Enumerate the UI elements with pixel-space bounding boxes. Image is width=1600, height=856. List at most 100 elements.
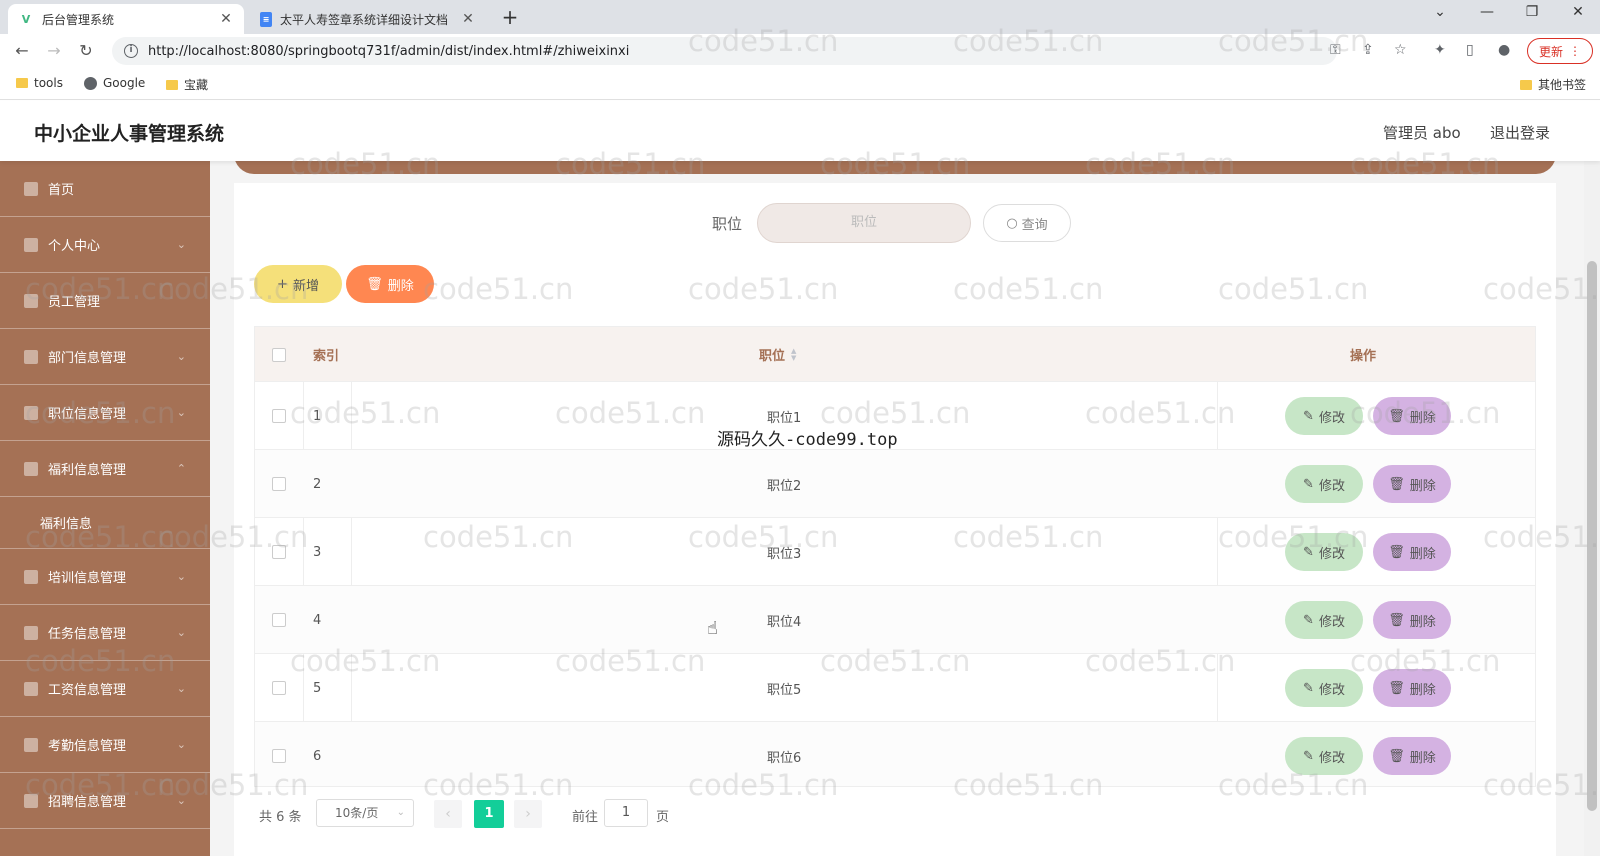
briefcase-icon bbox=[24, 405, 38, 420]
row-delete-button[interactable]: 🗑 删除 bbox=[1373, 465, 1451, 503]
row-index: 4 bbox=[313, 612, 322, 628]
sidebar-item-tasks[interactable]: 任务信息管理 ⌄ bbox=[0, 605, 210, 661]
row-checkbox[interactable] bbox=[272, 681, 286, 695]
globe-icon bbox=[84, 76, 97, 90]
update-button[interactable]: 更新 ⋮ bbox=[1527, 38, 1593, 64]
key-icon[interactable]: ⚿ bbox=[1330, 42, 1341, 58]
add-button[interactable]: + 新增 bbox=[254, 265, 342, 303]
row-delete-label: 删除 bbox=[1409, 546, 1436, 562]
sidebar-item-label: 任务信息管理 bbox=[48, 627, 127, 642]
chevron-up-icon: ⌃ bbox=[176, 462, 186, 475]
header-ops: 操作 bbox=[1350, 349, 1377, 364]
header-position[interactable]: 职位 ▲ ▼ bbox=[759, 327, 796, 382]
sidebar-subitem-benefit-info[interactable]: 福利信息 bbox=[0, 497, 210, 549]
sidebar-item-profile[interactable]: 个人中心 ⌄ bbox=[0, 217, 210, 273]
row-checkbox[interactable] bbox=[272, 613, 286, 627]
trash-icon: 🗑 bbox=[1388, 748, 1405, 764]
row-delete-label: 删除 bbox=[1409, 478, 1436, 494]
browser-tab-inactive[interactable]: ≡ 太平人寿签章系统详细设计文档 ✕ bbox=[250, 4, 486, 34]
edit-button[interactable]: ✎ 修改 bbox=[1285, 737, 1363, 775]
extensions-icon[interactable]: ✦ bbox=[1434, 42, 1446, 58]
row-checkbox[interactable] bbox=[272, 477, 286, 491]
row-position: 职位4 bbox=[767, 614, 802, 630]
edit-label: 修改 bbox=[1318, 750, 1345, 766]
bookmark-tools[interactable]: tools bbox=[16, 76, 63, 90]
page-size-select[interactable]: 10条/页 ⌄ bbox=[316, 799, 414, 827]
chevron-down-icon[interactable]: ⌄ bbox=[1425, 4, 1455, 20]
window-close-icon[interactable]: ✕ bbox=[1563, 4, 1593, 20]
edit-button[interactable]: ✎ 修改 bbox=[1285, 533, 1363, 571]
delete-button-label: 删除 bbox=[387, 278, 414, 294]
next-page-button[interactable]: › bbox=[514, 800, 542, 828]
add-button-label: 新增 bbox=[292, 278, 319, 294]
edit-label: 修改 bbox=[1318, 614, 1345, 630]
new-tab-icon[interactable]: + bbox=[498, 5, 522, 29]
share-icon[interactable]: ⇪ bbox=[1362, 42, 1374, 58]
batch-delete-button[interactable]: 🗑 删除 bbox=[346, 265, 434, 303]
minimize-icon[interactable]: — bbox=[1472, 4, 1502, 20]
bookmark-google[interactable]: Google bbox=[84, 76, 145, 90]
search-label: 职位 bbox=[712, 215, 743, 233]
search-button[interactable]: ○ 查询 bbox=[983, 204, 1071, 242]
bookmarks-bar: tools Google 宝藏 其他书签 bbox=[0, 68, 1600, 100]
row-delete-button[interactable]: 🗑 删除 bbox=[1373, 533, 1451, 571]
sidebar-item-employees[interactable]: 员工管理 bbox=[0, 273, 210, 329]
table-row: 2 职位2 ✎ 修改 🗑 删除 bbox=[255, 450, 1535, 518]
sidebar-item-home[interactable]: 首页 bbox=[0, 161, 210, 217]
prev-page-button[interactable]: ‹ bbox=[434, 800, 462, 828]
restore-icon[interactable]: ❐ bbox=[1517, 4, 1547, 20]
bookmark-other[interactable]: 其他书签 bbox=[1520, 76, 1586, 93]
sidebar-item-label: 福利信息 bbox=[40, 517, 93, 532]
position-search-input[interactable]: 职位 bbox=[757, 203, 971, 243]
row-delete-button[interactable]: 🗑 删除 bbox=[1373, 601, 1451, 639]
bookmark-treasure[interactable]: 宝藏 bbox=[166, 76, 208, 93]
search-icon: ○ bbox=[1006, 215, 1018, 231]
edit-button[interactable]: ✎ 修改 bbox=[1285, 601, 1363, 639]
edit-button[interactable]: ✎ 修改 bbox=[1285, 465, 1363, 503]
row-checkbox[interactable] bbox=[272, 749, 286, 763]
row-delete-button[interactable]: 🗑 删除 bbox=[1373, 669, 1451, 707]
browser-tab-active[interactable]: V 后台管理系统 ✕ bbox=[8, 4, 244, 34]
browser-tab-bar: V 后台管理系统 ✕ ≡ 太平人寿签章系统详细设计文档 ✕ + ⌄ — ❐ ✕ bbox=[0, 0, 1600, 34]
sidebar-item-attendance[interactable]: 考勤信息管理 ⌄ bbox=[0, 717, 210, 773]
folder-icon bbox=[16, 78, 28, 88]
star-icon[interactable]: ☆ bbox=[1394, 42, 1407, 58]
sidebar-item-recruitment[interactable]: 招聘信息管理 ⌄ bbox=[0, 773, 210, 829]
forward-icon[interactable]: → bbox=[42, 39, 66, 63]
main-area: 职位 职位 ○ 查询 + 新增 🗑 删除 索引 职位 ▲ ▼ 操作 1 职位1 … bbox=[210, 141, 1600, 856]
sidebar-item-benefits[interactable]: 福利信息管理 ⌃ bbox=[0, 441, 210, 497]
select-all-checkbox[interactable] bbox=[272, 347, 286, 362]
sidebar-item-salary[interactable]: 工资信息管理 ⌄ bbox=[0, 661, 210, 717]
scrollbar-thumb[interactable] bbox=[1587, 261, 1597, 811]
sidepanel-icon[interactable]: ▯ bbox=[1466, 42, 1474, 58]
edit-icon: ✎ bbox=[1303, 408, 1314, 424]
row-checkbox[interactable] bbox=[272, 409, 286, 423]
content-card: 职位 职位 ○ 查询 + 新增 🗑 删除 索引 职位 ▲ ▼ 操作 1 职位1 … bbox=[234, 183, 1556, 856]
close-icon[interactable]: ✕ bbox=[218, 11, 234, 27]
edit-button[interactable]: ✎ 修改 bbox=[1285, 669, 1363, 707]
edit-button[interactable]: ✎ 修改 bbox=[1285, 397, 1363, 435]
info-icon[interactable]: i bbox=[124, 44, 138, 58]
row-delete-button[interactable]: 🗑 删除 bbox=[1373, 737, 1451, 775]
url-field[interactable]: i http://localhost:8080/springbootq731f/… bbox=[112, 37, 1337, 65]
back-icon[interactable]: ← bbox=[10, 39, 34, 63]
vue-logo-icon: V bbox=[21, 12, 31, 26]
department-icon bbox=[24, 349, 38, 364]
profile-icon[interactable]: ● bbox=[1498, 42, 1510, 58]
row-delete-label: 删除 bbox=[1409, 410, 1436, 426]
close-icon[interactable]: ✕ bbox=[460, 11, 476, 27]
sidebar-item-positions[interactable]: 职位信息管理 ⌄ bbox=[0, 385, 210, 441]
training-icon bbox=[24, 569, 38, 584]
sidebar-item-departments[interactable]: 部门信息管理 ⌄ bbox=[0, 329, 210, 385]
edit-label: 修改 bbox=[1318, 682, 1345, 698]
goto-page-input[interactable]: 1 bbox=[604, 799, 648, 827]
page-number-current[interactable]: 1 bbox=[474, 800, 504, 828]
scrollbar[interactable] bbox=[1584, 161, 1600, 856]
row-checkbox[interactable] bbox=[272, 545, 286, 559]
sidebar-item-training[interactable]: 培训信息管理 ⌄ bbox=[0, 549, 210, 605]
chevron-down-icon: ⌄ bbox=[176, 238, 186, 251]
row-delete-button[interactable]: 🗑 删除 bbox=[1373, 397, 1451, 435]
logout-link[interactable]: 退出登录 bbox=[1490, 122, 1550, 143]
sort-icon[interactable]: ▲ ▼ bbox=[791, 347, 796, 362]
reload-icon[interactable]: ↻ bbox=[74, 39, 98, 63]
